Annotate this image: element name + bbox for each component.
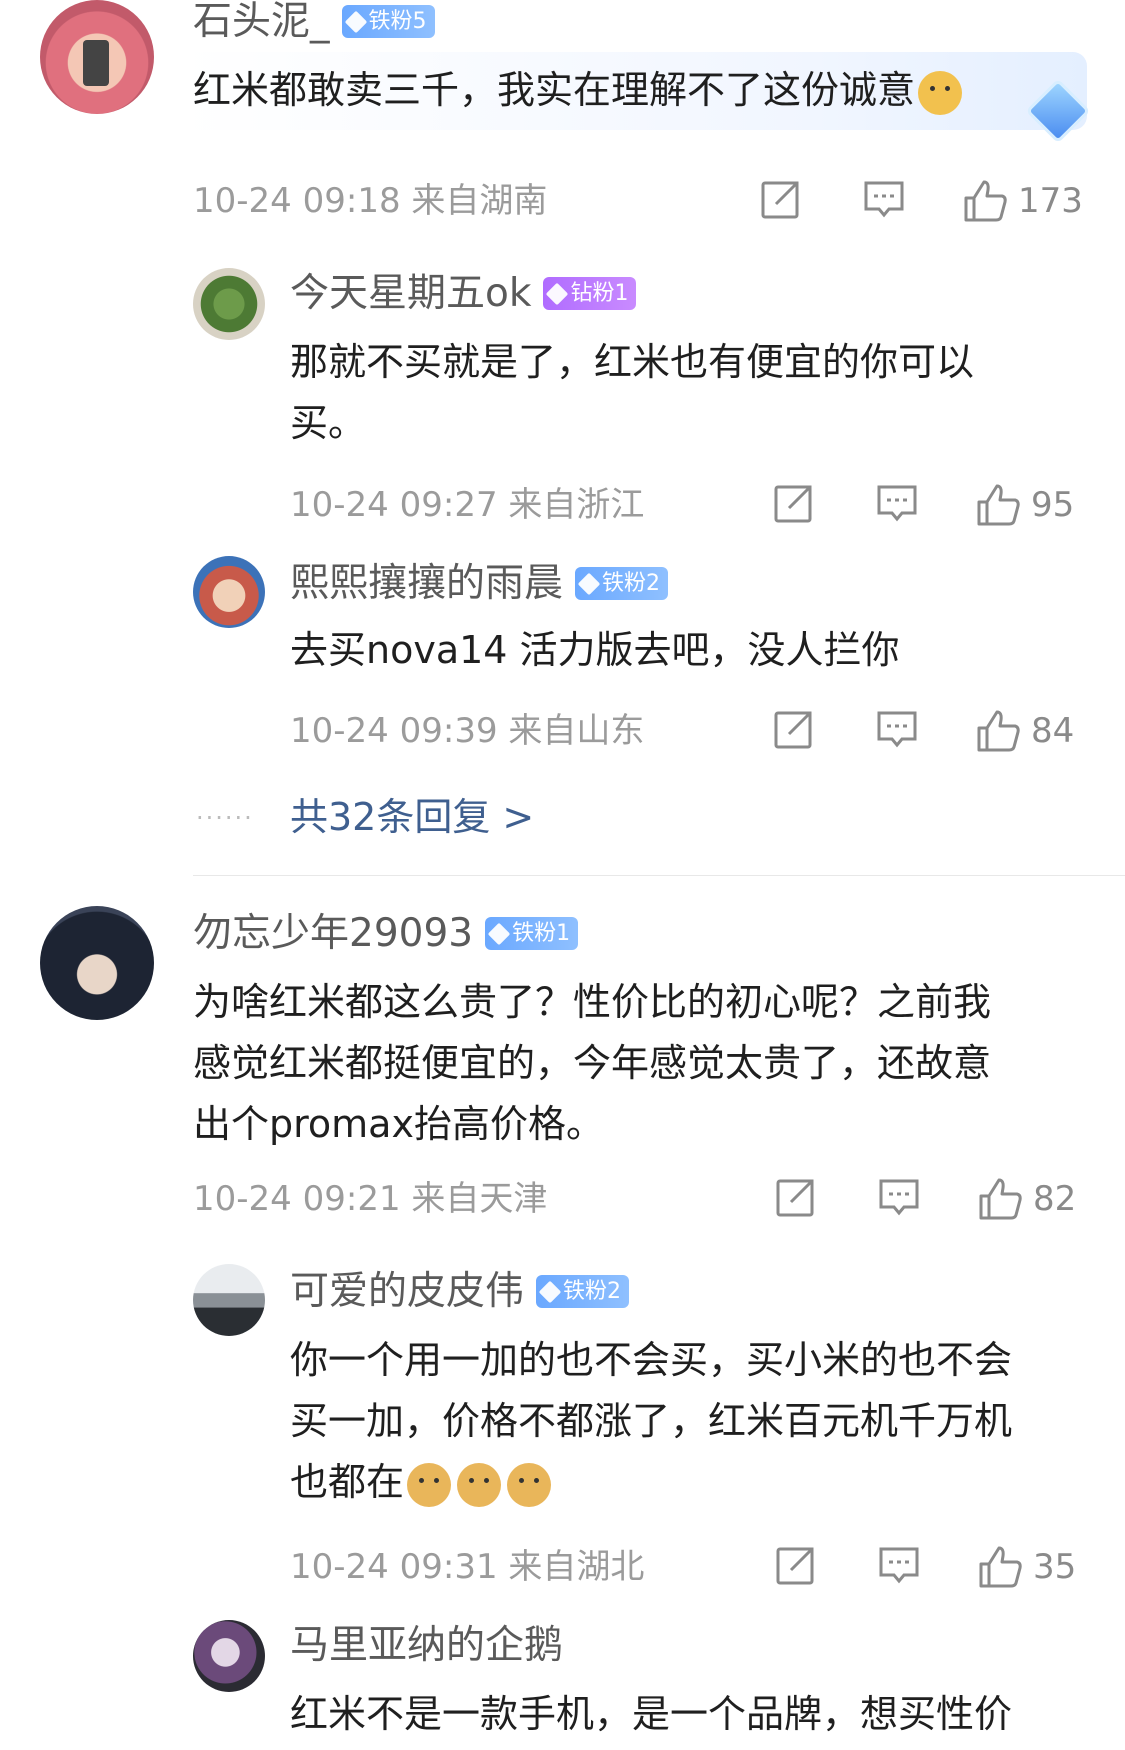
avatar[interactable] bbox=[193, 268, 265, 340]
thinking-emoji-icon bbox=[918, 70, 963, 115]
reply-actions: 95 bbox=[773, 482, 1093, 530]
comment-text: 为啥红米都这么贵了？性价比的初心呢？之前我 感觉红米都挺便宜的，今年感觉太贵了，… bbox=[193, 980, 992, 1146]
comment-icon bbox=[879, 1179, 919, 1216]
username[interactable]: 石头泥_ 铁粉5 bbox=[193, 2, 435, 41]
reply-text: 那就不买就是了，红米也有便宜的你可以 买。 bbox=[290, 340, 975, 445]
like-button[interactable]: 35 bbox=[977, 1544, 1076, 1590]
like-count: 82 bbox=[1033, 1179, 1077, 1219]
fan-badge: 钻粉1 bbox=[543, 277, 637, 310]
reply-actions: 84 bbox=[773, 708, 1093, 756]
doge-emoji-icon bbox=[407, 1462, 452, 1507]
comment-button[interactable] bbox=[876, 482, 918, 524]
reply-text: 去买nova14 活力版去吧，没人拦你 bbox=[290, 628, 900, 672]
comment-button[interactable] bbox=[876, 708, 918, 750]
comment-text: 红米都敢卖三千，我实在理解不了这份诚意 bbox=[193, 60, 965, 121]
share-button[interactable] bbox=[775, 1544, 817, 1586]
username[interactable]: 马里亚纳的企鹅 bbox=[290, 1626, 563, 1665]
gem-icon bbox=[487, 922, 511, 945]
comment-icon bbox=[877, 711, 917, 748]
username[interactable]: 可爱的皮皮伟 铁粉2 bbox=[290, 1272, 630, 1311]
like-button[interactable]: 95 bbox=[975, 482, 1074, 528]
comment-icon bbox=[864, 181, 904, 218]
reply-meta: 10-24 09:27 来自浙江 bbox=[290, 485, 645, 525]
comment-meta: 10-24 09:21 来自天津 bbox=[193, 1179, 548, 1219]
share-button[interactable] bbox=[773, 482, 815, 524]
fan-badge: 铁粉1 bbox=[485, 917, 579, 950]
avatar[interactable] bbox=[193, 1264, 265, 1336]
username[interactable]: 熙熙攘攘的雨晨 铁粉2 bbox=[290, 564, 669, 603]
more-dots: ······ bbox=[196, 804, 254, 832]
gem-icon bbox=[577, 572, 601, 595]
comment-icon bbox=[877, 485, 917, 522]
share-icon bbox=[776, 1179, 814, 1217]
doge-emoji-icon bbox=[457, 1462, 502, 1507]
reply-meta: 10-24 09:39 来自山东 bbox=[290, 711, 645, 751]
share-button[interactable] bbox=[760, 178, 802, 220]
thumbs-up-icon bbox=[964, 180, 1007, 222]
thumbs-up-icon bbox=[979, 1546, 1022, 1588]
thumbs-up-icon bbox=[977, 710, 1020, 752]
thumbs-up-icon bbox=[979, 1178, 1022, 1220]
divider bbox=[193, 875, 1125, 876]
share-button[interactable] bbox=[775, 1176, 817, 1218]
comment-button[interactable] bbox=[863, 178, 905, 220]
reply-meta: 10-24 09:31 来自湖北 bbox=[290, 1547, 645, 1587]
reply-actions: 35 bbox=[775, 1544, 1095, 1592]
share-icon bbox=[761, 181, 799, 219]
like-count: 84 bbox=[1031, 711, 1075, 751]
thumbs-up-icon bbox=[977, 484, 1020, 526]
like-count: 95 bbox=[1031, 485, 1075, 525]
username[interactable]: 勿忘少年29093 铁粉1 bbox=[193, 914, 579, 953]
gem-icon bbox=[344, 10, 367, 33]
like-count: 173 bbox=[1018, 181, 1083, 221]
gem-icon bbox=[546, 282, 569, 305]
doge-emoji-icon bbox=[507, 1462, 552, 1507]
share-icon bbox=[776, 1547, 814, 1585]
more-replies-link[interactable]: 共32条回复 > bbox=[290, 798, 534, 836]
like-count: 35 bbox=[1033, 1547, 1077, 1587]
fan-badge: 铁粉2 bbox=[575, 567, 669, 600]
avatar[interactable] bbox=[40, 0, 154, 114]
comment-meta: 10-24 09:18 来自湖南 bbox=[193, 181, 548, 221]
comment-icon bbox=[879, 1547, 919, 1584]
username[interactable]: 今天星期五ok 钻粉1 bbox=[290, 274, 637, 313]
avatar[interactable] bbox=[193, 556, 265, 628]
reply-text: 你一个用一加的也不会买，买小米的也不会 买一加，价格不都涨了，红米百元机千万机 … bbox=[290, 1330, 1012, 1513]
gem-icon bbox=[538, 1280, 562, 1303]
like-button[interactable]: 82 bbox=[977, 1176, 1076, 1222]
avatar[interactable] bbox=[193, 1620, 265, 1692]
avatar[interactable] bbox=[40, 906, 154, 1020]
share-icon bbox=[774, 485, 812, 523]
comment-button[interactable] bbox=[878, 1544, 920, 1586]
share-icon bbox=[774, 711, 812, 749]
comment-button[interactable] bbox=[878, 1176, 920, 1218]
like-button[interactable]: 84 bbox=[975, 708, 1074, 754]
fan-badge: 铁粉2 bbox=[536, 1275, 630, 1308]
comment-actions: 82 bbox=[775, 1176, 1095, 1224]
fan-badge: 铁粉5 bbox=[341, 5, 435, 38]
comment-actions: 173 bbox=[760, 178, 1090, 226]
reply-text: 红米不是一款手机，是一个品牌，想买性价 bbox=[290, 1692, 1013, 1736]
like-button[interactable]: 173 bbox=[962, 178, 1083, 224]
share-button[interactable] bbox=[773, 708, 815, 750]
